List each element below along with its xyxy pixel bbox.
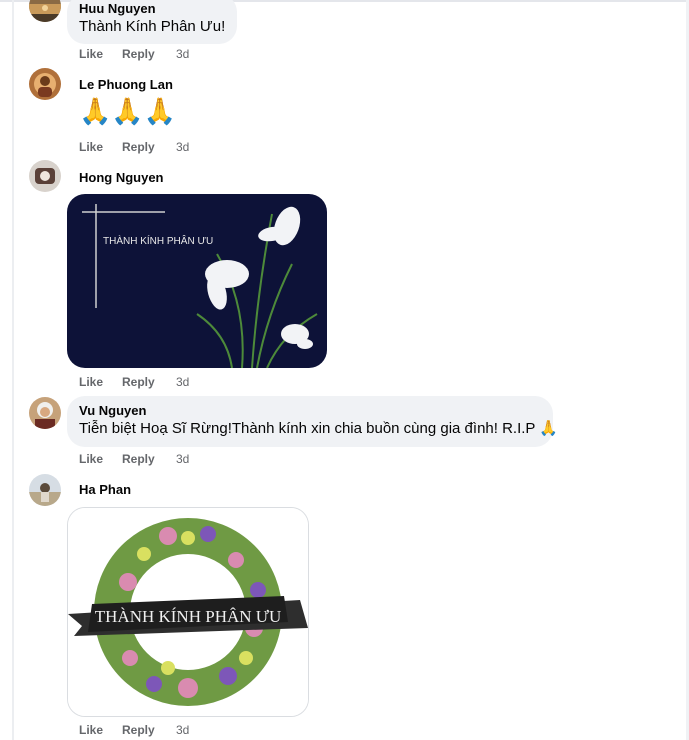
reply-button[interactable]: Reply [122, 46, 176, 62]
comment-actions: Like Reply 3d [79, 451, 189, 467]
thread-line [12, 0, 14, 740]
condolence-image-orchid[interactable]: THÀNH KÍNH PHÂN ƯU [67, 194, 327, 368]
avatar[interactable] [29, 160, 61, 192]
avatar[interactable] [29, 397, 61, 429]
like-button[interactable]: Like [79, 374, 122, 390]
timestamp[interactable]: 3d [176, 46, 189, 62]
comment-text: Thành Kính Phân Ưu! [79, 18, 226, 35]
reply-button[interactable]: Reply [122, 374, 176, 390]
comment-actions: Like Reply 3d [79, 722, 189, 738]
comment-actions: Like Reply 3d [79, 46, 189, 62]
reply-button[interactable]: Reply [122, 451, 176, 467]
like-button[interactable]: Like [79, 722, 122, 738]
condolence-image-wreath[interactable]: THÀNH KÍNH PHÂN ƯU [67, 507, 309, 717]
comment-bubble: Vu Nguyen Tiễn biệt Hoạ Sĩ Rừng!Thành kí… [67, 396, 558, 447]
comment-bubble: Huu Nguyen Thành Kính Phân Ưu! [67, 0, 238, 44]
comment-text: Tiễn biệt Hoạ Sĩ Rừng!Thành kính xin chi… [79, 419, 558, 439]
image-caption: THÀNH KÍNH PHÂN ƯU [103, 234, 213, 247]
comment-author[interactable]: Hong Nguyen [79, 170, 164, 186]
avatar[interactable] [29, 0, 61, 22]
timestamp[interactable]: 3d [176, 451, 189, 467]
timestamp[interactable]: 3d [176, 139, 189, 155]
avatar-image [29, 68, 61, 100]
avatar-sunset-image [29, 0, 61, 22]
comment-author[interactable]: Vu Nguyen [79, 403, 541, 419]
comment-actions: Like Reply 3d [79, 374, 189, 390]
avatar-image [29, 397, 61, 429]
comment-text-body: Tiễn biệt Hoạ Sĩ Rừng!Thành kính xin chi… [79, 420, 536, 437]
avatar-image [29, 474, 61, 506]
prayer-emoji: 🙏 [539, 420, 559, 437]
comment-author[interactable]: Le Phuong Lan [79, 77, 173, 93]
image-caption: THÀNH KÍNH PHÂN ƯU [95, 607, 282, 626]
comment-author[interactable]: Ha Phan [79, 482, 131, 498]
avatar[interactable] [29, 68, 61, 100]
wreath-image: THÀNH KÍNH PHÂN ƯU [68, 508, 308, 716]
comment-author[interactable]: Huu Nguyen [79, 1, 225, 17]
comment-actions: Like Reply 3d [79, 139, 189, 155]
like-button[interactable]: Like [79, 46, 122, 62]
avatar[interactable] [29, 474, 61, 506]
comment-emoji: 🙏🙏🙏 [79, 96, 177, 126]
reply-button[interactable]: Reply [122, 139, 176, 155]
orchid-card-image: THÀNH KÍNH PHÂN ƯU [67, 194, 327, 368]
timestamp[interactable]: 3d [176, 722, 189, 738]
like-button[interactable]: Like [79, 451, 122, 467]
like-button[interactable]: Like [79, 139, 122, 155]
reply-button[interactable]: Reply [122, 722, 176, 738]
avatar-image [29, 160, 61, 192]
timestamp[interactable]: 3d [176, 374, 189, 390]
